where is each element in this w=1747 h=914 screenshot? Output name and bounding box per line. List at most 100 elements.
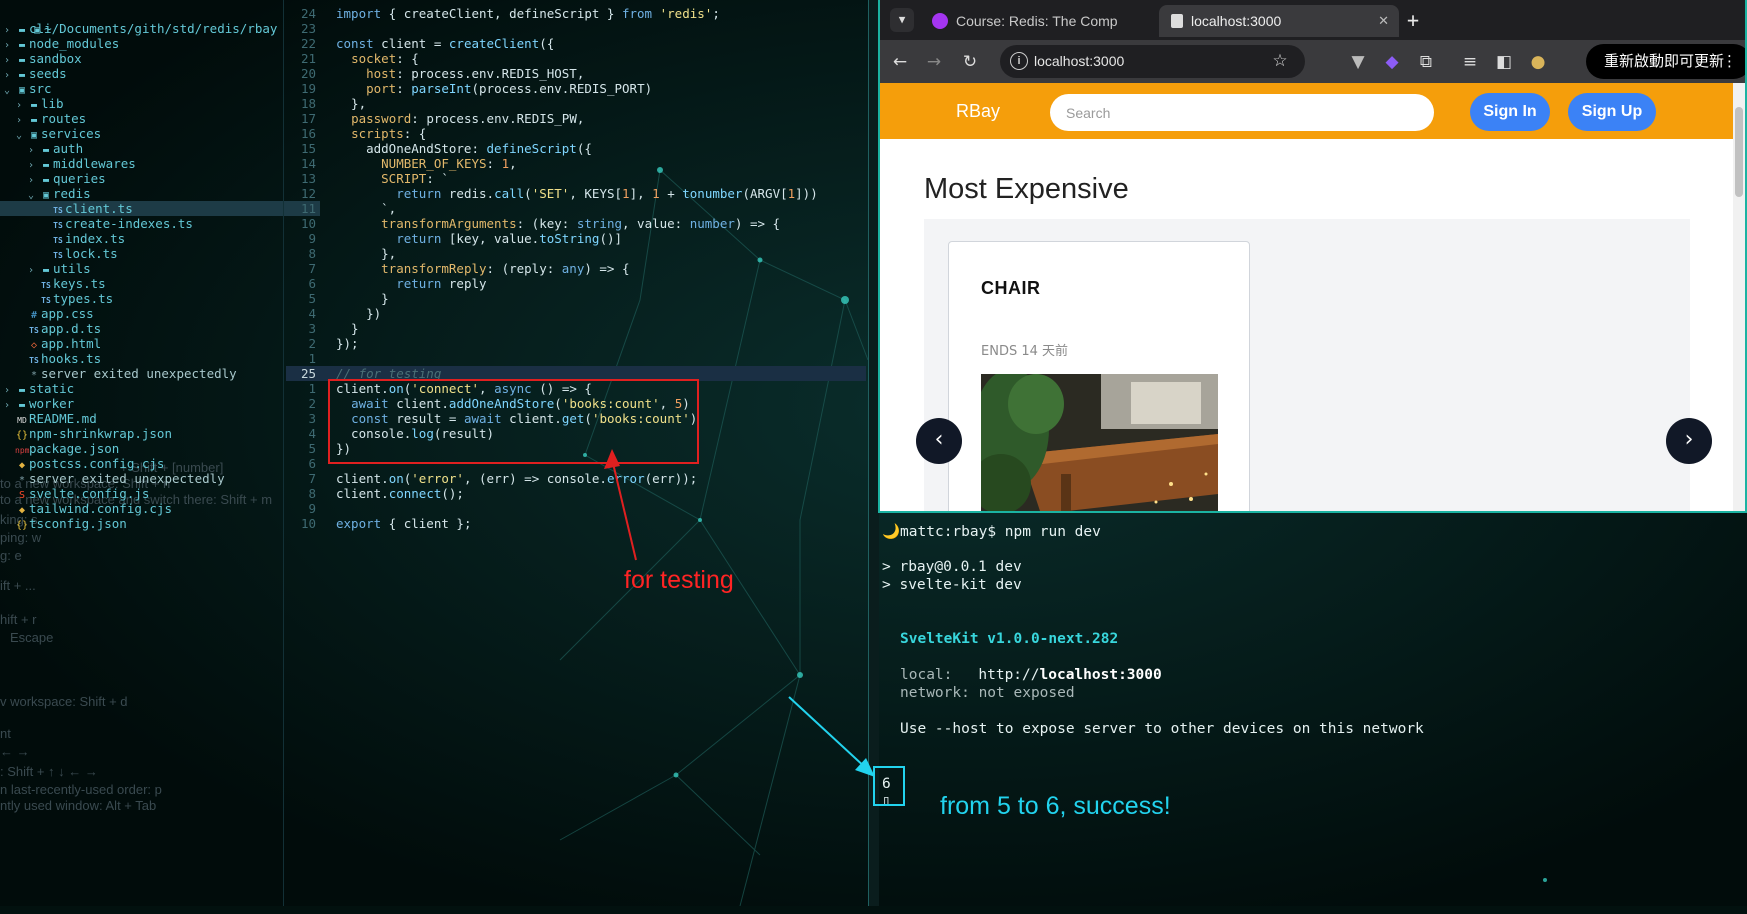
- back-arrow-icon[interactable]: ←: [888, 50, 912, 74]
- file-tree-item[interactable]: › ▬ queries: [0, 171, 280, 186]
- code-text: },: [336, 246, 397, 261]
- sign-in-button[interactable]: Sign In: [1470, 93, 1550, 131]
- file-tree-label: utils: [53, 261, 91, 276]
- code-line[interactable]: 22 const client = createClient({: [286, 36, 866, 51]
- file-tree-item[interactable]: ⌄ ▣ redis: [0, 186, 280, 201]
- file-tree-item[interactable]: {}tsconfig.json: [0, 516, 280, 531]
- code-line[interactable]: 8 client.connect();: [286, 486, 866, 501]
- side-panel-icon[interactable]: ◧: [1492, 50, 1516, 74]
- site-brand[interactable]: RBay: [956, 101, 1000, 122]
- code-line[interactable]: 15 addOneAndStore: defineScript({: [286, 141, 866, 156]
- file-tree-item[interactable]: # app.css: [0, 306, 280, 321]
- extensions-puzzle-icon[interactable]: ⧉: [1414, 50, 1438, 74]
- code-line[interactable]: 9: [286, 501, 866, 516]
- file-tree-item[interactable]: ◇ app.html: [0, 336, 280, 351]
- file-tree-item[interactable]: › ▬ sandbox: [0, 51, 280, 66]
- reload-icon[interactable]: ↻: [958, 50, 982, 74]
- local-url-host[interactable]: localhost:3000: [1040, 667, 1162, 683]
- code-line[interactable]: 10 export { client };: [286, 516, 866, 531]
- file-tree-item[interactable]: › ▬ worker: [0, 396, 280, 411]
- file-tree-item[interactable]: ◆ tailwind.config.cjs: [0, 501, 280, 516]
- close-icon[interactable]: ✕: [1378, 13, 1389, 29]
- file-tree-item[interactable]: TS create-indexes.ts: [0, 216, 280, 231]
- page-scrollbar[interactable]: [1733, 83, 1745, 511]
- file-tree-item[interactable]: * server exited unexpectedly: [0, 471, 280, 486]
- code-line[interactable]: 4 }): [286, 306, 866, 321]
- bookmark-star-icon[interactable]: ☆: [1268, 49, 1292, 73]
- code-line[interactable]: 12 return redis.call('SET', KEYS[1], 1 +…: [286, 186, 866, 201]
- update-button[interactable]: 重新啟動即可更新 ⋮: [1586, 44, 1745, 79]
- terminal-pane[interactable]: 🌙mattc:rbay$ npm run dev > rbay@0.0.1 de…: [878, 513, 1747, 906]
- media-queue-icon[interactable]: ≡: [1458, 50, 1482, 74]
- code-line[interactable]: 2});: [286, 336, 866, 351]
- file-tree-item[interactable]: › ▬ static: [0, 381, 280, 396]
- carousel-prev-chevron-icon[interactable]: ‹: [916, 418, 962, 464]
- code-line[interactable]: 5 }: [286, 291, 866, 306]
- file-tree-item[interactable]: › ▬ node_modules: [0, 36, 280, 51]
- file-tree-item[interactable]: {}npm-shrinkwrap.json: [0, 426, 280, 441]
- profile-avatar-icon[interactable]: ●: [1526, 50, 1550, 74]
- file-tree-item[interactable]: ⌄ ▣ src: [0, 81, 280, 96]
- code-line[interactable]: 7 transformReply: (reply: any) => {: [286, 261, 866, 276]
- code-line[interactable]: 7 client.on('error', (err) => console.err…: [286, 471, 866, 486]
- code-line[interactable]: 6 return reply: [286, 276, 866, 291]
- tab-search-chevron-icon[interactable]: ▼: [890, 8, 914, 32]
- address-bar[interactable]: i localhost:3000 ☆: [1000, 45, 1305, 78]
- tab-localhost[interactable]: localhost:3000 ✕: [1159, 5, 1399, 37]
- tab-course[interactable]: Course: Redis: The Comp ✕: [920, 5, 1180, 37]
- code-line[interactable]: 3 }: [286, 321, 866, 336]
- file-tree-item[interactable]: TS keys.ts: [0, 276, 280, 291]
- site-info-icon[interactable]: i: [1010, 52, 1028, 70]
- file-tree-item[interactable]: › ▬ lib: [0, 96, 280, 111]
- code-text: scripts: {: [351, 126, 427, 141]
- file-tree-item[interactable]: › ▬ seeds: [0, 66, 280, 81]
- code-line[interactable]: 8 },: [286, 246, 866, 261]
- file-tree-item[interactable]: * server exited unexpectedly: [0, 366, 280, 381]
- new-tab-plus-icon[interactable]: +: [1400, 7, 1426, 33]
- sign-up-button[interactable]: Sign Up: [1568, 93, 1656, 131]
- file-tree-item[interactable]: › ▬ middlewares: [0, 156, 280, 171]
- file-tree-label: server exited unexpectedly: [41, 366, 237, 381]
- kebab-menu-icon[interactable]: ⋮: [1722, 44, 1737, 79]
- file-tree-item[interactable]: TS client.ts: [0, 201, 320, 216]
- code-line[interactable]: 11 `,: [286, 201, 866, 216]
- code-line[interactable]: 10 transformArguments: (key: string, val…: [286, 216, 866, 231]
- code-line[interactable]: 24 import { createClient, defineScript } …: [286, 6, 866, 21]
- file-tree-root[interactable]: ▣ ~/Documents/gith/std/redis/rbay: [0, 6, 280, 36]
- file-tree-label: app.html: [41, 336, 102, 351]
- code-line[interactable]: 14 NUMBER_OF_KEYS: 1,: [286, 156, 866, 171]
- item-card[interactable]: CHAIR ENDS 14 天前: [948, 241, 1250, 511]
- vue-devtools-icon[interactable]: ▼: [1346, 50, 1370, 74]
- file-tree-item[interactable]: › ▬ cli: [0, 21, 280, 36]
- code-line[interactable]: 13 SCRIPT: `: [286, 171, 866, 186]
- code-line[interactable]: 20 host: process.env.REDIS_HOST,: [286, 66, 866, 81]
- extension-shield-icon[interactable]: ◆: [1380, 50, 1404, 74]
- file-tree-item[interactable]: TS index.ts: [0, 231, 280, 246]
- code-line[interactable]: 9 return [key, value.toString()]: [286, 231, 866, 246]
- scrollbar-thumb[interactable]: [1735, 107, 1743, 197]
- annotation-cyan-arrow: [788, 696, 875, 777]
- code-line[interactable]: 1: [286, 351, 866, 366]
- carousel-next-chevron-icon[interactable]: ›: [1666, 418, 1712, 464]
- file-tree-item[interactable]: › ▬ routes: [0, 111, 280, 126]
- code-line[interactable]: 17 password: process.env.REDIS_PW,: [286, 111, 866, 126]
- file-tree-item[interactable]: TS lock.ts: [0, 246, 280, 261]
- annotation-success: from 5 to 6, success!: [940, 792, 1171, 820]
- code-line[interactable]: 21 socket: {: [286, 51, 866, 66]
- file-tree-item[interactable]: TS app.d.ts: [0, 321, 280, 336]
- file-tree-item[interactable]: ◆ postcss.config.cjs: [0, 456, 280, 471]
- code-line[interactable]: 16 scripts: {: [286, 126, 866, 141]
- code-line[interactable]: 19 port: parseInt(process.env.REDIS_PORT…: [286, 81, 866, 96]
- file-tree-item[interactable]: ⌄ ▣ services: [0, 126, 280, 141]
- file-tree-item[interactable]: › ▬ utils: [0, 261, 280, 276]
- forward-arrow-icon[interactable]: →: [922, 50, 946, 74]
- file-tree-item[interactable]: MD README.md: [0, 411, 280, 426]
- file-tree-item[interactable]: npmpackage.json: [0, 441, 280, 456]
- code-line[interactable]: 18 },: [286, 96, 866, 111]
- file-tree-item[interactable]: › ▬ auth: [0, 141, 280, 156]
- file-tree-item[interactable]: Ssvelte.config.js: [0, 486, 280, 501]
- file-tree-item[interactable]: TS hooks.ts: [0, 351, 280, 366]
- code-line[interactable]: 23: [286, 21, 866, 36]
- search-input[interactable]: [1050, 94, 1434, 131]
- file-tree-item[interactable]: TS types.ts: [0, 291, 280, 306]
